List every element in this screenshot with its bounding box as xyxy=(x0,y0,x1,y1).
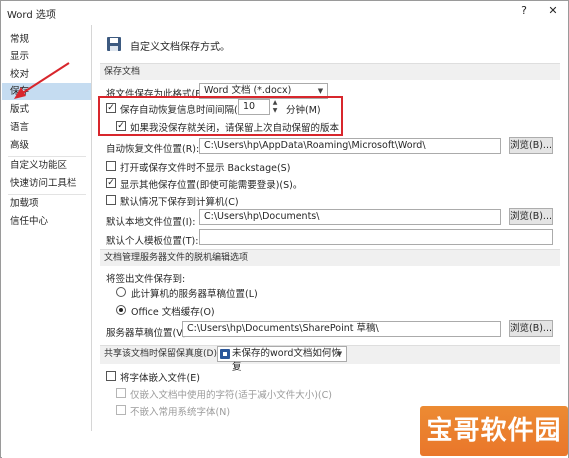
embed-used-chars-checkbox[interactable] xyxy=(116,388,126,398)
minutes-spinner[interactable]: ▲ ▼ xyxy=(270,99,280,115)
checkout-label: 将签出文件保存到: xyxy=(106,274,186,285)
keep-last-version-checkbox[interactable]: ✓ xyxy=(116,121,126,131)
fidelity-doc-select[interactable]: 未保存的word文档如何恢复 ▼ xyxy=(217,346,347,373)
office-cache-label: Office 文档缓存(O) xyxy=(131,307,215,318)
minutes-label: 分钟(M) xyxy=(286,105,321,116)
fidelity-doc-value: 未保存的word文档如何恢复 xyxy=(232,348,341,373)
chevron-down-icon: ▼ xyxy=(317,87,324,95)
template-path-label: 默认个人模板位置(T): xyxy=(106,236,199,247)
browse-autorecover-button[interactable]: 浏览(B)... xyxy=(509,137,553,154)
section-offline-editing: 文档管理服务器文件的脱机编辑选项 xyxy=(100,249,560,266)
sidebar-item-quick-access-toolbar[interactable]: 快速访问工具栏 xyxy=(2,175,91,192)
sidebar-item-save[interactable]: 保存 xyxy=(2,83,91,100)
keep-last-version-label: 如果我没保存就关闭，请保留上次自动保留的版本 xyxy=(130,123,340,134)
autorecover-minutes-input[interactable]: 10 xyxy=(238,99,270,115)
server-drafts-radio[interactable] xyxy=(116,287,126,297)
section-save-documents: 保存文档 xyxy=(100,63,560,80)
show-other-locations-label: 显示其他保存位置(即使可能需要登录)(S)。 xyxy=(120,180,303,191)
show-other-locations-checkbox[interactable]: ✓ xyxy=(106,178,116,188)
template-path-input[interactable] xyxy=(199,229,553,245)
watermark-logo: 宝哥软件园 xyxy=(420,406,568,456)
embed-used-chars-label: 仅嵌入文档中使用的字符(适于减小文件大小)(C) xyxy=(130,390,332,401)
fidelity-label: 共享该文档时保留保真度(D): xyxy=(104,349,220,359)
local-path-input[interactable]: C:\Users\hp\Documents\ xyxy=(199,209,501,225)
no-common-fonts-label: 不嵌入常用系统字体(N) xyxy=(130,407,231,418)
save-to-computer-checkbox[interactable] xyxy=(106,195,116,205)
embed-fonts-label: 将字体嵌入文件(E) xyxy=(120,373,200,384)
save-format-value: Word 文档 (*.docx) xyxy=(204,85,292,96)
title-bar: Word 选项 ? ✕ xyxy=(1,1,568,23)
save-to-computer-label: 默认情况下保存到计算机(C) xyxy=(120,197,239,208)
window-title: Word 选项 xyxy=(7,10,56,21)
drafts-path-input[interactable]: C:\Users\hp\Documents\SharePoint 草稿\ xyxy=(182,321,501,337)
no-backstage-label: 打开或保存文件时不显示 Backstage(S) xyxy=(120,163,291,174)
spin-up-icon[interactable]: ▲ xyxy=(270,99,280,107)
chevron-down-icon: ▼ xyxy=(336,350,343,358)
word-options-dialog: Word 选项 ? ✕ 常规 显示 校对 保存 版式 语言 高级 自定义功能区 … xyxy=(0,0,569,458)
sidebar-item-add-ins[interactable]: 加载项 xyxy=(2,195,91,212)
save-format-select[interactable]: Word 文档 (*.docx) ▼ xyxy=(199,83,328,99)
autorecover-label: 保存自动恢复信息时间间隔(A) xyxy=(120,105,248,116)
help-button[interactable]: ? xyxy=(517,4,531,19)
browse-local-button[interactable]: 浏览(B)... xyxy=(509,208,553,225)
server-drafts-label: 此计算机的服务器草稿位置(L) xyxy=(131,289,258,300)
browse-drafts-button[interactable]: 浏览(B)... xyxy=(509,320,553,337)
sidebar-item-display[interactable]: 显示 xyxy=(2,48,91,65)
sidebar-item-proofing[interactable]: 校对 xyxy=(2,66,91,83)
sidebar-item-layout[interactable]: 版式 xyxy=(2,101,91,118)
sidebar-item-trust-center[interactable]: 信任中心 xyxy=(2,213,91,230)
word-document-icon xyxy=(220,349,230,359)
save-format-label: 将文件保存为此格式(F): xyxy=(106,89,208,100)
embed-fonts-checkbox[interactable] xyxy=(106,371,116,381)
local-path-label: 默认本地文件位置(I): xyxy=(106,217,196,228)
sidebar-item-advanced[interactable]: 高级 xyxy=(2,137,91,154)
close-button[interactable]: ✕ xyxy=(546,4,560,19)
autorecover-path-label: 自动恢复文件位置(R): xyxy=(106,144,200,155)
office-cache-radio[interactable] xyxy=(116,305,126,315)
spin-down-icon[interactable]: ▼ xyxy=(270,107,280,115)
floppy-disk-icon xyxy=(107,37,121,51)
autorecover-path-input[interactable]: C:\Users\hp\AppData\Roaming\Microsoft\Wo… xyxy=(199,138,501,154)
drafts-path-label: 服务器草稿位置(V): xyxy=(106,328,190,339)
save-options-panel: 自定义文档保存方式。 保存文档 将文件保存为此格式(F): Word 文档 (*… xyxy=(94,25,568,431)
panel-heading: 自定义文档保存方式。 xyxy=(130,42,230,53)
no-backstage-checkbox[interactable] xyxy=(106,161,116,171)
sidebar: 常规 显示 校对 保存 版式 语言 高级 自定义功能区 快速访问工具栏 加载项 … xyxy=(2,25,92,431)
sidebar-item-language[interactable]: 语言 xyxy=(2,119,91,136)
autorecover-checkbox[interactable]: ✓ xyxy=(106,103,116,113)
sidebar-item-general[interactable]: 常规 xyxy=(2,31,91,48)
no-common-fonts-checkbox[interactable] xyxy=(116,405,126,415)
sidebar-item-customize-ribbon[interactable]: 自定义功能区 xyxy=(2,157,91,174)
